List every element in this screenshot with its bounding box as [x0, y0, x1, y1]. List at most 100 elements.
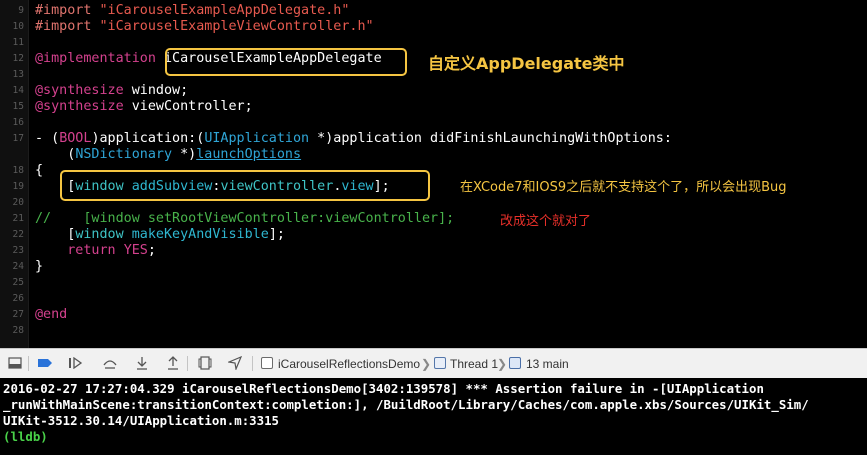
- code-token: *)application didFinishLaunchingWithOpti…: [309, 131, 672, 146]
- code-line[interactable]: 10 #import "iCarouselExampleViewControlle…: [0, 19, 867, 35]
- line-number: 27: [12, 309, 24, 320]
- code-token: YES: [123, 243, 148, 258]
- line-number: 13: [12, 69, 24, 80]
- line-number: 19: [12, 181, 24, 192]
- hide-debug-area-icon[interactable]: [6, 355, 24, 371]
- code-token: window: [75, 227, 124, 242]
- code-token: UIApplication: [204, 131, 310, 146]
- code-token: @synthesize: [35, 83, 124, 98]
- code-line[interactable]: 25: [0, 275, 867, 291]
- code-line[interactable]: 27 @end: [0, 307, 867, 323]
- code-token: [: [35, 227, 76, 242]
- debug-console[interactable]: 2016-02-27 17:27:04.329 iCarouselReflect…: [0, 378, 867, 455]
- code-text: @synthesize window;: [35, 83, 188, 99]
- code-line[interactable]: 21 // [window setRootViewController:viewC…: [0, 211, 867, 227]
- code-token: "iCarouselExampleAppDelegate.h": [99, 3, 350, 18]
- code-text: @synthesize viewController;: [35, 99, 253, 115]
- code-token: @synthesize: [35, 99, 124, 114]
- step-over-icon[interactable]: [101, 355, 119, 371]
- toolbar-separator: [187, 356, 188, 371]
- line-number: 21: [12, 213, 24, 224]
- code-token: }: [35, 259, 44, 274]
- line-number: 9: [18, 5, 24, 16]
- line-number: 12: [12, 53, 24, 64]
- code-token: *): [172, 147, 197, 162]
- breadcrumb-app[interactable]: iCarouselReflectionsDemo: [278, 356, 420, 372]
- code-line[interactable]: 17 - (BOOL)application:(UIApplication *)a…: [0, 131, 867, 147]
- code-text: return YES;: [35, 243, 156, 259]
- line-number: 10: [12, 21, 24, 32]
- line-number: 22: [12, 229, 24, 240]
- breadcrumb-thread[interactable]: Thread 1: [450, 356, 498, 372]
- code-token: {: [35, 163, 44, 178]
- toolbar-separator: [28, 356, 29, 371]
- thread-icon: [434, 357, 446, 369]
- breakpoints-toggle-icon[interactable]: [36, 355, 54, 371]
- line-number: 11: [12, 37, 24, 48]
- step-into-icon[interactable]: [133, 355, 151, 371]
- code-line[interactable]: 11: [0, 35, 867, 51]
- code-text: - (BOOL)application:(UIApplication *)app…: [35, 131, 672, 147]
- code-token: launchOptions: [196, 147, 302, 162]
- simulate-location-icon[interactable]: [226, 355, 244, 371]
- code-text: (NSDictionary *)launchOptions: [35, 147, 301, 163]
- line-number: 14: [12, 85, 24, 96]
- line-number: 28: [12, 325, 24, 336]
- lldb-prompt[interactable]: (lldb): [3, 429, 867, 445]
- code-token: makeKeyAndVisible: [131, 227, 269, 242]
- line-number: 23: [12, 245, 24, 256]
- code-token: (: [35, 147, 76, 162]
- code-line[interactable]: 23 return YES;: [0, 243, 867, 259]
- code-token: viewController;: [123, 99, 253, 114]
- code-text: }: [35, 259, 43, 275]
- appdelegate-annotation: 自定义AppDelegate类中: [428, 54, 625, 73]
- code-token: // [window setRootViewController:viewCon…: [35, 211, 455, 226]
- code-line[interactable]: 24}: [0, 259, 867, 275]
- code-line[interactable]: 9 #import "iCarouselExampleAppDelegate.h": [0, 3, 867, 19]
- line-number: 20: [12, 197, 24, 208]
- chevron-right-icon: ❯: [421, 357, 432, 371]
- code-token: - (: [35, 131, 60, 146]
- code-text: #import "iCarouselExampleAppDelegate.h": [35, 3, 349, 19]
- code-editor[interactable]: 9 #import "iCarouselExampleAppDelegate.h"…: [0, 0, 867, 348]
- code-token: "iCarouselExampleViewController.h": [99, 19, 374, 34]
- code-token: NSDictionary: [75, 147, 173, 162]
- toolbar-separator: [252, 356, 253, 371]
- code-token: BOOL: [59, 131, 92, 146]
- console-line: 2016-02-27 17:27:04.329 iCarouselReflect…: [3, 381, 764, 396]
- step-out-icon[interactable]: [164, 355, 182, 371]
- code-line[interactable]: 15 @synthesize viewController;: [0, 99, 867, 115]
- line-number: 18: [12, 165, 24, 176]
- code-line[interactable]: 22 [window makeKeyAndVisible];: [0, 227, 867, 243]
- xcode7-annotation: 在XCode7和IOS9之后就不支持这个了，所以会出现Bug: [460, 180, 787, 195]
- code-token: window;: [123, 83, 189, 98]
- breadcrumb-frame[interactable]: 13 main: [526, 356, 569, 372]
- line-number: 15: [12, 101, 24, 112]
- debug-bar: iCarouselReflectionsDemo ❯ Thread 1 ❯ 13…: [0, 348, 867, 379]
- code-line[interactable]: (NSDictionary *)launchOptions: [0, 147, 867, 163]
- code-line[interactable]: 14 @synthesize window;: [0, 83, 867, 99]
- console-line: UIKit-3512.30.14/UIApplication.m:3315: [3, 413, 280, 428]
- code-token: #import: [35, 19, 100, 34]
- code-text: {: [35, 163, 43, 179]
- addsubview-highlight-box: [60, 170, 430, 201]
- code-text: [window makeKeyAndVisible];: [35, 227, 285, 243]
- continue-icon[interactable]: [66, 355, 84, 371]
- code-text: // [window setRootViewController:viewCon…: [35, 211, 454, 227]
- line-number: 26: [12, 293, 24, 304]
- line-number: 24: [12, 261, 24, 272]
- view-hierarchy-icon[interactable]: [196, 355, 214, 371]
- code-token: @end: [35, 307, 68, 322]
- line-number: 16: [12, 117, 24, 128]
- stack-frame-icon: [509, 357, 521, 369]
- line-number: 25: [12, 277, 24, 288]
- code-line[interactable]: 28: [0, 323, 867, 339]
- fix-annotation: 改成这个就对了: [500, 214, 592, 229]
- code-line[interactable]: 16: [0, 115, 867, 131]
- code-token: ;: [147, 243, 156, 258]
- code-text: #import "iCarouselExampleViewController.…: [35, 19, 374, 35]
- code-line[interactable]: 26: [0, 291, 867, 307]
